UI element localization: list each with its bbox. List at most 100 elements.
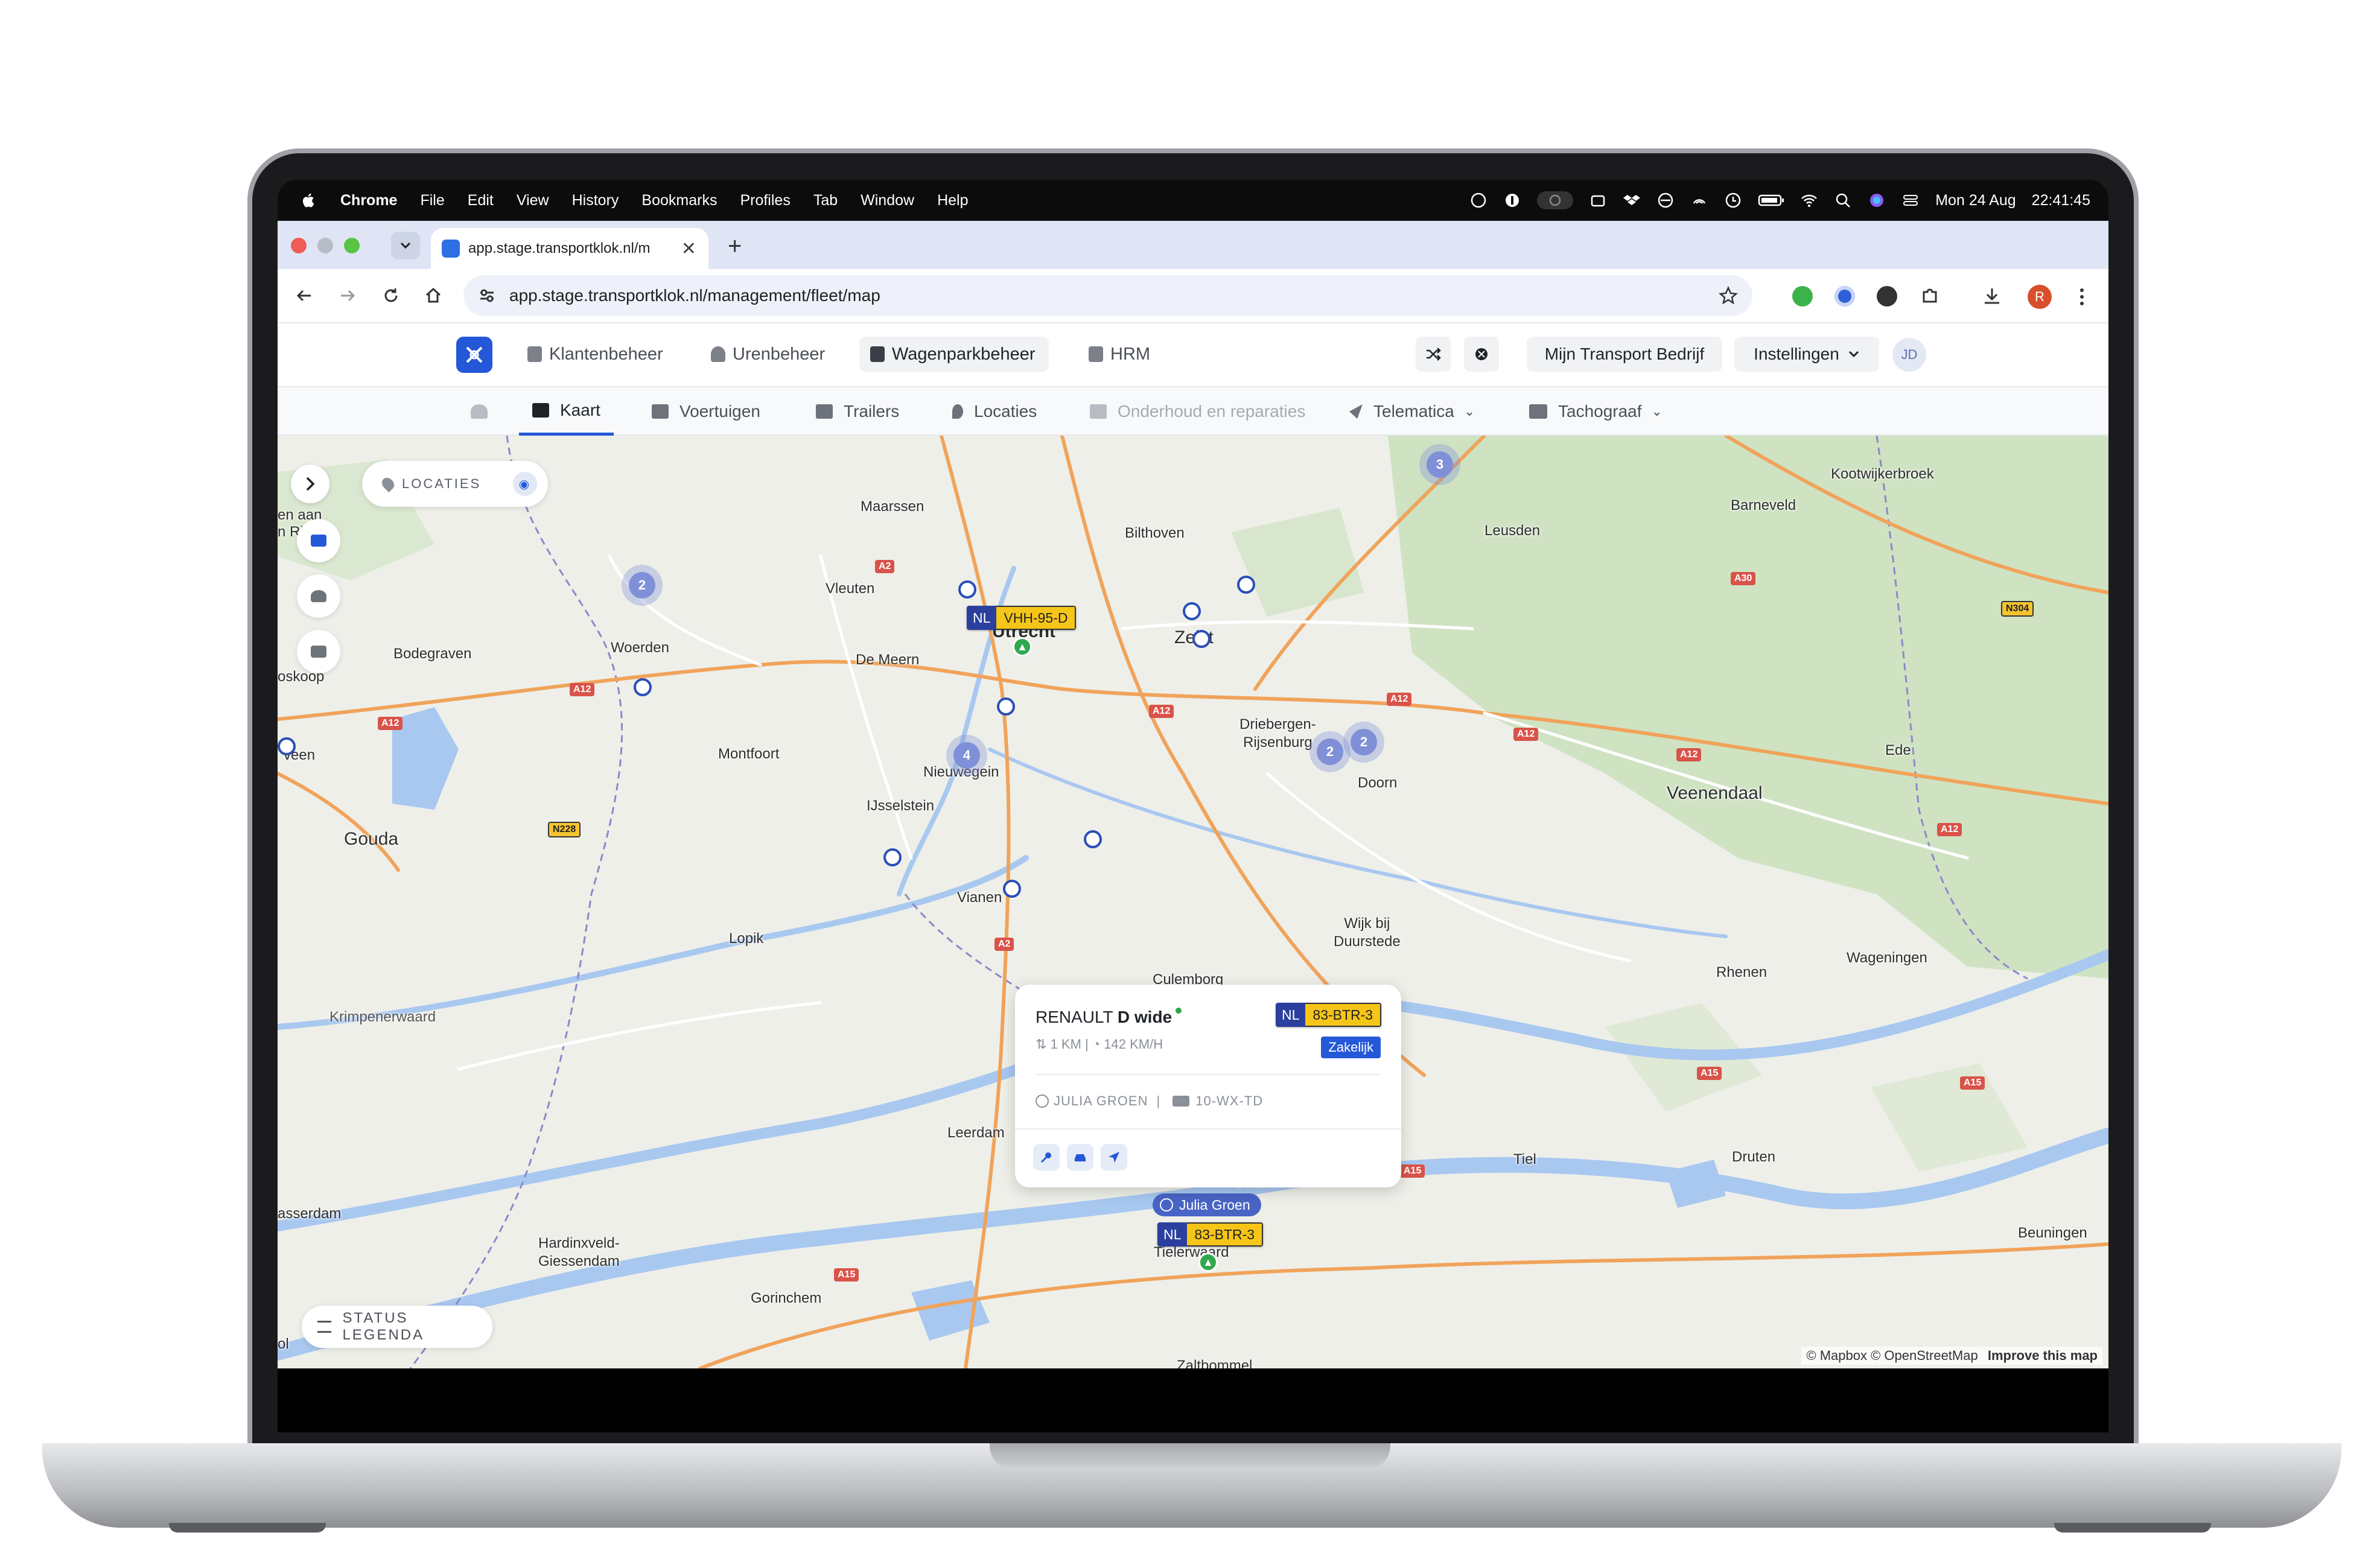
- menu-file[interactable]: File: [420, 192, 444, 209]
- cloud-drive-icon[interactable]: [1589, 191, 1607, 209]
- module-wagenparkbeheer[interactable]: Wagenparkbeheer: [859, 337, 1049, 372]
- menu-profiles[interactable]: Profiles: [740, 192, 790, 209]
- site-settings-icon[interactable]: [478, 287, 496, 305]
- location-marker[interactable]: [634, 678, 652, 696]
- location-marker[interactable]: [1084, 830, 1102, 848]
- switch-button[interactable]: [1416, 337, 1451, 372]
- module-hrm[interactable]: HRM: [1078, 337, 1163, 372]
- vehicle-details-button[interactable]: [1067, 1144, 1093, 1171]
- transportklok-logo[interactable]: [456, 337, 492, 373]
- more-menu-icon[interactable]: [2078, 287, 2086, 307]
- focus-toggle-icon[interactable]: [1537, 191, 1574, 209]
- extension-1password-icon[interactable]: [1834, 286, 1855, 307]
- extension-stack-icon[interactable]: [1877, 286, 1897, 307]
- location-marker[interactable]: [997, 697, 1015, 716]
- vpn-icon[interactable]: [1656, 191, 1675, 209]
- location-marker[interactable]: [883, 848, 902, 866]
- dashboard-tab[interactable]: [471, 387, 498, 436]
- location-marker[interactable]: [278, 737, 296, 755]
- tab-trailers[interactable]: Trailers: [816, 387, 899, 436]
- extensions-puzzle-icon[interactable]: [1920, 286, 1941, 307]
- fleet-map[interactable]: Maarssen Bilthoven Leusden Barneveld Koo…: [278, 436, 2108, 1368]
- location-marker[interactable]: [1192, 630, 1211, 648]
- user-avatar[interactable]: JD: [1892, 338, 1926, 372]
- siri-icon[interactable]: [1868, 191, 1886, 209]
- cluster-marker[interactable]: 2: [1351, 729, 1377, 755]
- menu-view[interactable]: View: [517, 192, 549, 209]
- trailers-layer-button[interactable]: [297, 630, 340, 673]
- vehicle-key-button[interactable]: [1033, 1144, 1060, 1171]
- menubar-date[interactable]: Mon 24 Aug: [1935, 192, 2016, 209]
- apple-icon[interactable]: [301, 191, 317, 209]
- chatgpt-icon[interactable]: [1469, 191, 1488, 209]
- settings-dropdown[interactable]: Instellingen: [1734, 337, 1879, 372]
- vehicle-heading-icon[interactable]: ▲: [1198, 1253, 1218, 1272]
- new-tab-button[interactable]: +: [728, 233, 742, 260]
- tab-tachograaf[interactable]: Tachograaf ⌄: [1529, 387, 1662, 436]
- battery-icon[interactable]: [1758, 191, 1784, 209]
- reload-button[interactable]: [379, 284, 403, 308]
- window-minimize-button[interactable]: [317, 238, 333, 253]
- menu-app-name[interactable]: Chrome: [340, 192, 397, 209]
- window-close-button[interactable]: [291, 238, 307, 253]
- vehicle-plate-marker[interactable]: NL 83-BTR-3: [1157, 1222, 1264, 1247]
- browser-tab-active[interactable]: app.stage.transportklok.nl/m ✕: [431, 228, 708, 269]
- extension-play-icon[interactable]: [1792, 286, 1813, 307]
- cluster-marker[interactable]: 4: [953, 742, 980, 769]
- improve-map-link[interactable]: Improve this map: [1988, 1348, 2098, 1363]
- tab-locaties[interactable]: Locaties: [952, 387, 1037, 436]
- back-button[interactable]: [292, 284, 316, 308]
- status-legend-button[interactable]: STATUS LEGENDA: [302, 1306, 492, 1348]
- driver-label-marker[interactable]: Julia Groen: [1153, 1193, 1261, 1216]
- bug-report-button[interactable]: [1464, 337, 1499, 372]
- tab-voertuigen[interactable]: Voertuigen: [652, 387, 760, 436]
- time-machine-icon[interactable]: [1724, 191, 1742, 209]
- module-urenbeheer[interactable]: Urenbeheer: [700, 337, 838, 372]
- address-bar[interactable]: app.stage.transportklok.nl/management/fl…: [463, 275, 1752, 316]
- menu-edit[interactable]: Edit: [468, 192, 494, 209]
- wifi-icon[interactable]: [1800, 191, 1818, 209]
- location-marker[interactable]: [1003, 880, 1021, 898]
- eye-icon[interactable]: ◉: [513, 472, 537, 496]
- location-marker[interactable]: [1183, 602, 1201, 620]
- cluster-marker[interactable]: 2: [1317, 739, 1343, 765]
- vehicle-heading-icon[interactable]: ▲: [1013, 637, 1032, 656]
- menubar-time[interactable]: 22:41:45: [2032, 192, 2090, 209]
- vehicle-plate-marker[interactable]: NL VHH-95-D: [967, 606, 1077, 630]
- module-klantenbeheer[interactable]: Klantenbeheer: [517, 337, 676, 372]
- download-icon[interactable]: [1982, 286, 2002, 307]
- cluster-marker[interactable]: 3: [1427, 451, 1453, 478]
- vehicle-speed: 142 KM/H: [1104, 1037, 1163, 1052]
- profile-avatar[interactable]: R: [2028, 285, 2052, 309]
- menu-bookmarks[interactable]: Bookmarks: [641, 192, 717, 209]
- menu-tab[interactable]: Tab: [813, 192, 838, 209]
- vehicles-layer-button[interactable]: [297, 519, 340, 562]
- window-zoom-button[interactable]: [344, 238, 360, 253]
- password-manager-icon[interactable]: [1503, 191, 1521, 209]
- airdrop-icon[interactable]: [1690, 191, 1708, 209]
- menu-history[interactable]: History: [572, 192, 619, 209]
- locaties-toggle[interactable]: LOCATIES ◉: [362, 461, 548, 507]
- navigate-button[interactable]: [1101, 1144, 1127, 1171]
- location-marker[interactable]: [1237, 576, 1255, 594]
- tab-onderhoud[interactable]: Onderhoud en reparaties: [1090, 387, 1305, 436]
- forward-button[interactable]: [336, 284, 360, 308]
- tab-kaart[interactable]: Kaart: [519, 387, 614, 436]
- expand-panel-button[interactable]: [291, 465, 329, 503]
- bookmark-star-icon[interactable]: [1719, 286, 1738, 305]
- attribution-text[interactable]: © Mapbox © OpenStreetMap: [1806, 1348, 1978, 1363]
- menu-help[interactable]: Help: [937, 192, 968, 209]
- address-bar-url[interactable]: app.stage.transportklok.nl/management/fl…: [509, 286, 880, 305]
- home-button[interactable]: [421, 284, 445, 308]
- company-selector[interactable]: Mijn Transport Bedrijf: [1527, 337, 1722, 372]
- drivers-layer-button[interactable]: [297, 574, 340, 618]
- control-center-icon[interactable]: [1901, 191, 1920, 209]
- tab-search-button[interactable]: [391, 232, 420, 259]
- dropbox-icon[interactable]: [1623, 191, 1641, 209]
- spotlight-search-icon[interactable]: [1834, 191, 1852, 209]
- menu-window[interactable]: Window: [861, 192, 914, 209]
- tab-close-icon[interactable]: ✕: [681, 238, 696, 259]
- location-marker[interactable]: [958, 580, 976, 599]
- tab-telematica[interactable]: Telematica ⌄: [1349, 387, 1475, 436]
- cluster-marker[interactable]: 2: [629, 572, 655, 599]
